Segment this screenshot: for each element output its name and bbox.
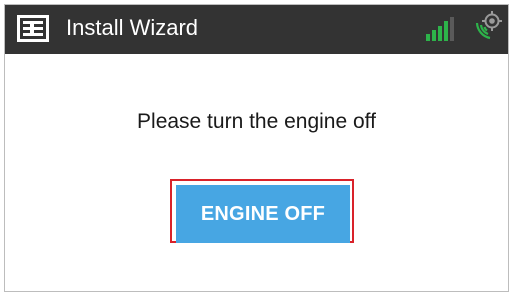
app-title: Install Wizard bbox=[66, 15, 199, 40]
app-header: Install Wizard bbox=[5, 5, 508, 54]
app-window: Install Wizard Please turn the engine of… bbox=[4, 4, 509, 292]
gps-location-icon bbox=[475, 11, 502, 40]
instruction-text: Please turn the engine off bbox=[137, 110, 376, 133]
engine-off-button[interactable]: ENGINE OFF bbox=[176, 185, 350, 243]
brand-logo-icon bbox=[17, 15, 49, 42]
signal-strength-icon bbox=[426, 17, 454, 41]
